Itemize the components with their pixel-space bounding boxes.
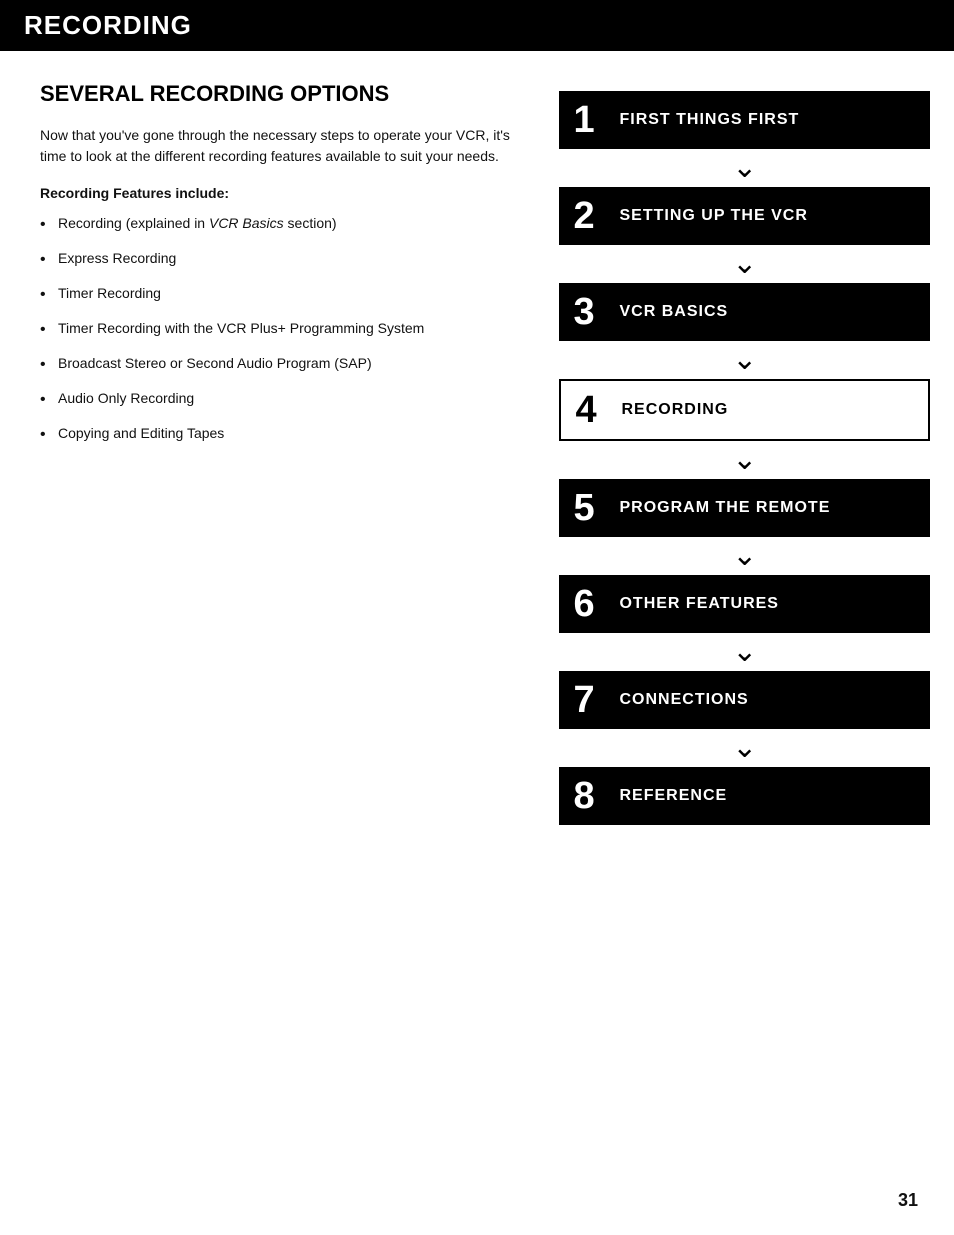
- nav-item-4: 4 RECORDING: [559, 379, 930, 441]
- nav-label-6: OTHER FEATURES: [619, 595, 778, 613]
- nav-number-7: 7: [573, 681, 609, 719]
- page-header: RECORDING: [0, 0, 954, 51]
- nav-box-2: 2 SETTING UP THE VCR: [559, 187, 930, 245]
- nav-item-7: 7 CONNECTIONS: [559, 671, 930, 729]
- section-title: SEVERAL RECORDING OPTIONS: [40, 81, 519, 107]
- nav-number-4: 4: [575, 391, 611, 429]
- nav-label-7: CONNECTIONS: [619, 691, 748, 709]
- nav-number-2: 2: [573, 197, 609, 235]
- arrow-1: ⌄: [559, 149, 930, 187]
- nav-label-8: REFERENCE: [619, 787, 727, 805]
- arrow-7: ⌄: [559, 729, 930, 767]
- nav-item-2: 2 SETTING UP THE VCR: [559, 187, 930, 245]
- nav-box-3: 3 VCR BASICS: [559, 283, 930, 341]
- features-label: Recording Features include:: [40, 185, 519, 201]
- list-item: Recording (explained in VCR Basics secti…: [40, 213, 519, 234]
- arrow-6: ⌄: [559, 633, 930, 671]
- nav-box-1: 1 FIRST THINGS FIRST: [559, 91, 930, 149]
- nav-box-7: 7 CONNECTIONS: [559, 671, 930, 729]
- bullet-list: Recording (explained in VCR Basics secti…: [40, 213, 519, 444]
- nav-box-4: 4 RECORDING: [559, 379, 930, 441]
- list-item: Broadcast Stereo or Second Audio Program…: [40, 353, 519, 374]
- nav-label-1: FIRST THINGS FIRST: [619, 111, 799, 129]
- arrow-3: ⌄: [559, 341, 930, 379]
- left-column: SEVERAL RECORDING OPTIONS Now that you'v…: [40, 81, 529, 825]
- nav-box-8: 8 REFERENCE: [559, 767, 930, 825]
- nav-box-5: 5 PROGRAM THE REMOTE: [559, 479, 930, 537]
- nav-number-8: 8: [573, 777, 609, 815]
- arrow-4: ⌄: [559, 441, 930, 479]
- nav-item-1: 1 FIRST THINGS FIRST: [559, 91, 930, 149]
- page-title: RECORDING: [24, 10, 192, 40]
- list-item: Copying and Editing Tapes: [40, 423, 519, 444]
- nav-box-6: 6 OTHER FEATURES: [559, 575, 930, 633]
- nav-label-4: RECORDING: [621, 401, 728, 419]
- page-number: 31: [898, 1190, 918, 1211]
- nav-item-5: 5 PROGRAM THE REMOTE: [559, 479, 930, 537]
- nav-item-6: 6 OTHER FEATURES: [559, 575, 930, 633]
- nav-label-3: VCR BASICS: [619, 303, 728, 321]
- arrow-2: ⌄: [559, 245, 930, 283]
- list-item: Express Recording: [40, 248, 519, 269]
- nav-label-5: PROGRAM THE REMOTE: [619, 499, 830, 517]
- arrow-5: ⌄: [559, 537, 930, 575]
- page-content: SEVERAL RECORDING OPTIONS Now that you'v…: [0, 51, 954, 855]
- nav-item-8: 8 REFERENCE: [559, 767, 930, 825]
- nav-number-1: 1: [573, 101, 609, 139]
- list-item: Timer Recording: [40, 283, 519, 304]
- list-item: Audio Only Recording: [40, 388, 519, 409]
- nav-item-3: 3 VCR BASICS: [559, 283, 930, 341]
- right-column: 1 FIRST THINGS FIRST ⌄ 2 SETTING UP THE …: [559, 81, 930, 825]
- list-item: Timer Recording with the VCR Plus+ Progr…: [40, 318, 519, 339]
- nav-label-2: SETTING UP THE VCR: [619, 207, 807, 225]
- nav-number-5: 5: [573, 489, 609, 527]
- intro-text: Now that you've gone through the necessa…: [40, 125, 519, 167]
- nav-number-3: 3: [573, 293, 609, 331]
- nav-number-6: 6: [573, 585, 609, 623]
